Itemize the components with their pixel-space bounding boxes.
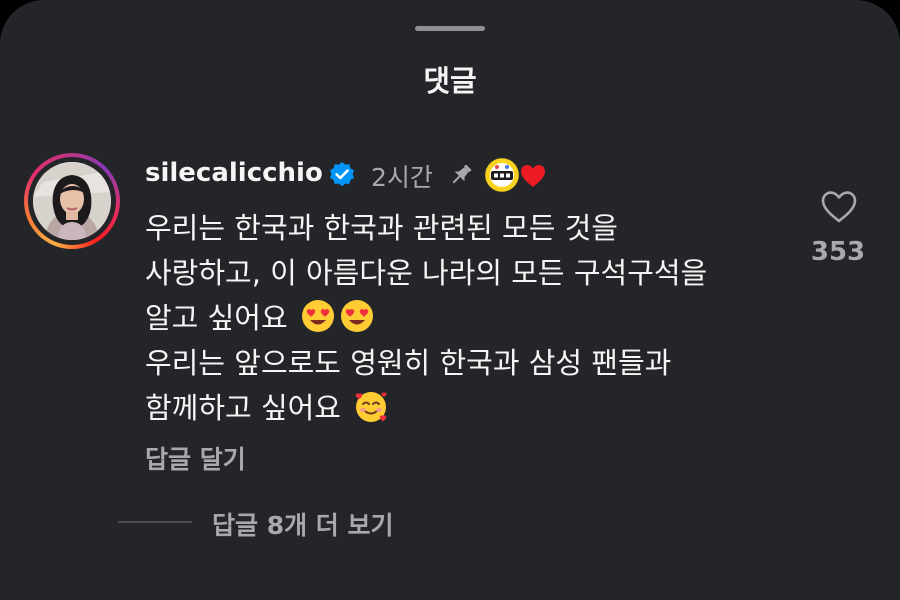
comment-username[interactable]: silecalicchio <box>145 158 323 188</box>
pin-icon <box>452 164 472 184</box>
like-count: 353 <box>810 237 866 267</box>
avatar-photo <box>33 162 111 240</box>
smiling-face-with-hearts-emoji-icon <box>356 392 387 422</box>
reply-button[interactable]: 답글 달기 <box>145 440 246 476</box>
comments-sheet: 댓글 silecalicchio 2시간 우리는 한국과 한국과 관련된 모든 … <box>0 0 900 600</box>
sheet-drag-handle[interactable] <box>415 26 485 31</box>
replies-divider <box>118 521 192 523</box>
comment-line: 우리는 한국과 한국과 관련된 모든 것을 <box>145 211 618 245</box>
comment-line-text: 알고 싶어요 <box>145 301 288 335</box>
view-more-replies-button[interactable]: 답글 8개 더 보기 <box>212 506 394 542</box>
heart-eyes-emoji-icon <box>340 300 373 332</box>
heart-outline-icon[interactable] <box>820 190 858 224</box>
avatar[interactable] <box>33 162 111 240</box>
creator-badge-icon <box>483 156 521 194</box>
comment-line-with-emoji: 알고 싶어요 <box>145 296 795 341</box>
avatar-ring-gap <box>28 157 116 245</box>
heart-eyes-emoji-icon <box>301 300 334 332</box>
heart-icon <box>521 165 545 187</box>
avatar-story-ring[interactable] <box>24 153 120 249</box>
comment-line-text: 함께하고 싶어요 <box>145 391 341 425</box>
comment-line-with-emoji: 함께하고 싶어요 <box>145 386 795 431</box>
comment-line: 우리는 앞으로도 영원히 한국과 삼성 팬들과 <box>145 346 672 380</box>
sheet-title: 댓글 <box>423 64 477 98</box>
verified-badge-icon <box>330 162 354 187</box>
comment-text: 우리는 한국과 한국과 관련된 모든 것을 사랑하고, 이 아름다운 나라의 모… <box>145 206 795 431</box>
comment-line: 사랑하고, 이 아름다운 나라의 모든 구석구석을 <box>145 256 708 290</box>
comment-timestamp: 2시간 <box>371 163 433 192</box>
